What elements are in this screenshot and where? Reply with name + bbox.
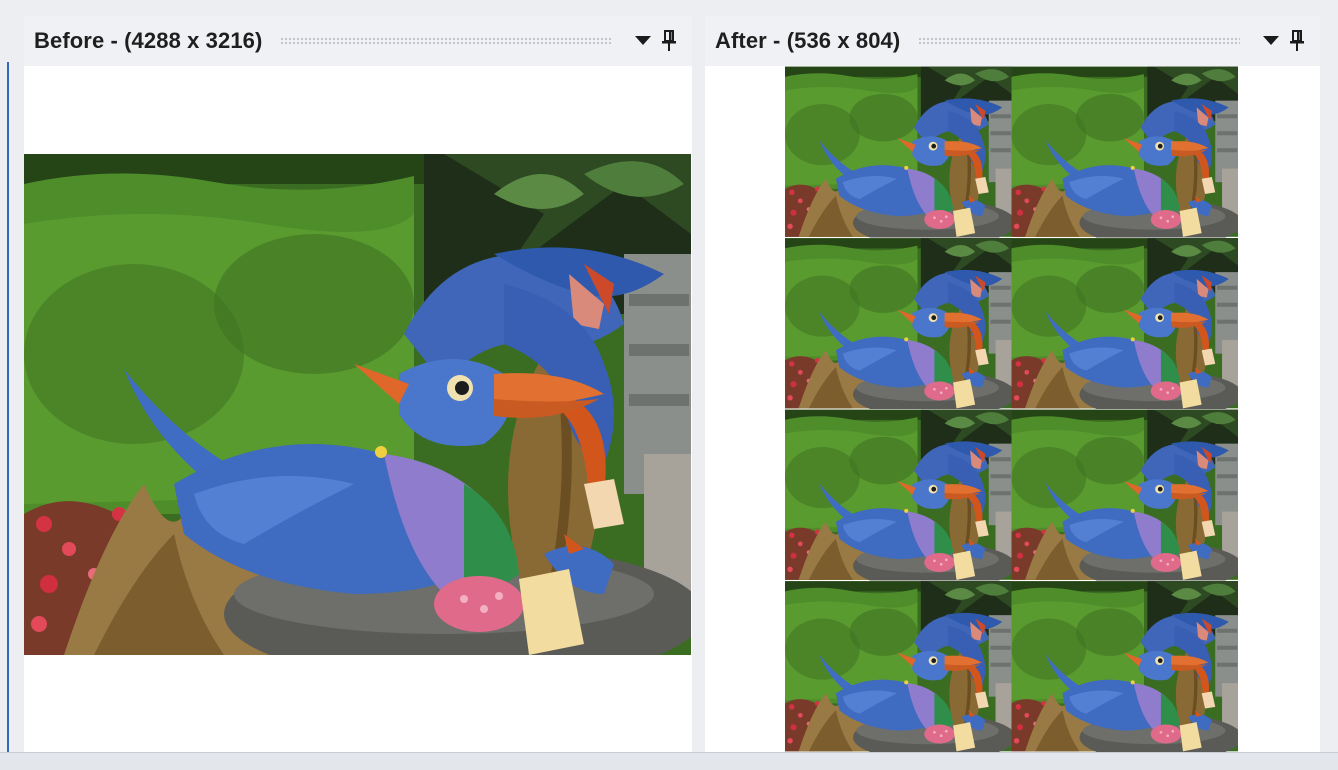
- before-panel-header[interactable]: Before - (4288 x 3216): [24, 16, 692, 66]
- window-left-border: [7, 62, 9, 752]
- after-image-tile: [1011, 580, 1238, 752]
- pin-icon[interactable]: [656, 28, 682, 54]
- after-panel-grip[interactable]: [918, 36, 1240, 46]
- bottom-status-strip: [0, 752, 1338, 770]
- before-image-viewport[interactable]: [24, 66, 692, 752]
- after-image-tile: [785, 66, 1012, 238]
- after-image-viewport[interactable]: [705, 66, 1320, 752]
- before-image: [24, 154, 691, 655]
- after-panel: After - (536 x 804): [705, 16, 1320, 752]
- triangle-down-icon[interactable]: [630, 28, 656, 54]
- after-panel-header[interactable]: After - (536 x 804): [705, 16, 1320, 66]
- after-image-tile: [1011, 237, 1238, 409]
- before-panel: Before - (4288 x 3216): [24, 16, 692, 752]
- pin-icon[interactable]: [1284, 28, 1310, 54]
- before-panel-grip[interactable]: [280, 36, 612, 46]
- after-image-tile: [785, 580, 1012, 752]
- triangle-down-icon[interactable]: [1258, 28, 1284, 54]
- image-compare-window: Before - (4288 x 3216) After - (536 x 80…: [0, 0, 1338, 770]
- after-image-tile: [1011, 66, 1238, 238]
- before-panel-title: Before - (4288 x 3216): [34, 28, 263, 53]
- after-image-tile: [785, 237, 1012, 409]
- after-tiled-image: [785, 66, 1238, 752]
- after-image-tile: [1011, 409, 1238, 581]
- after-panel-title: After - (536 x 804): [715, 28, 901, 53]
- after-image-tile: [785, 409, 1012, 581]
